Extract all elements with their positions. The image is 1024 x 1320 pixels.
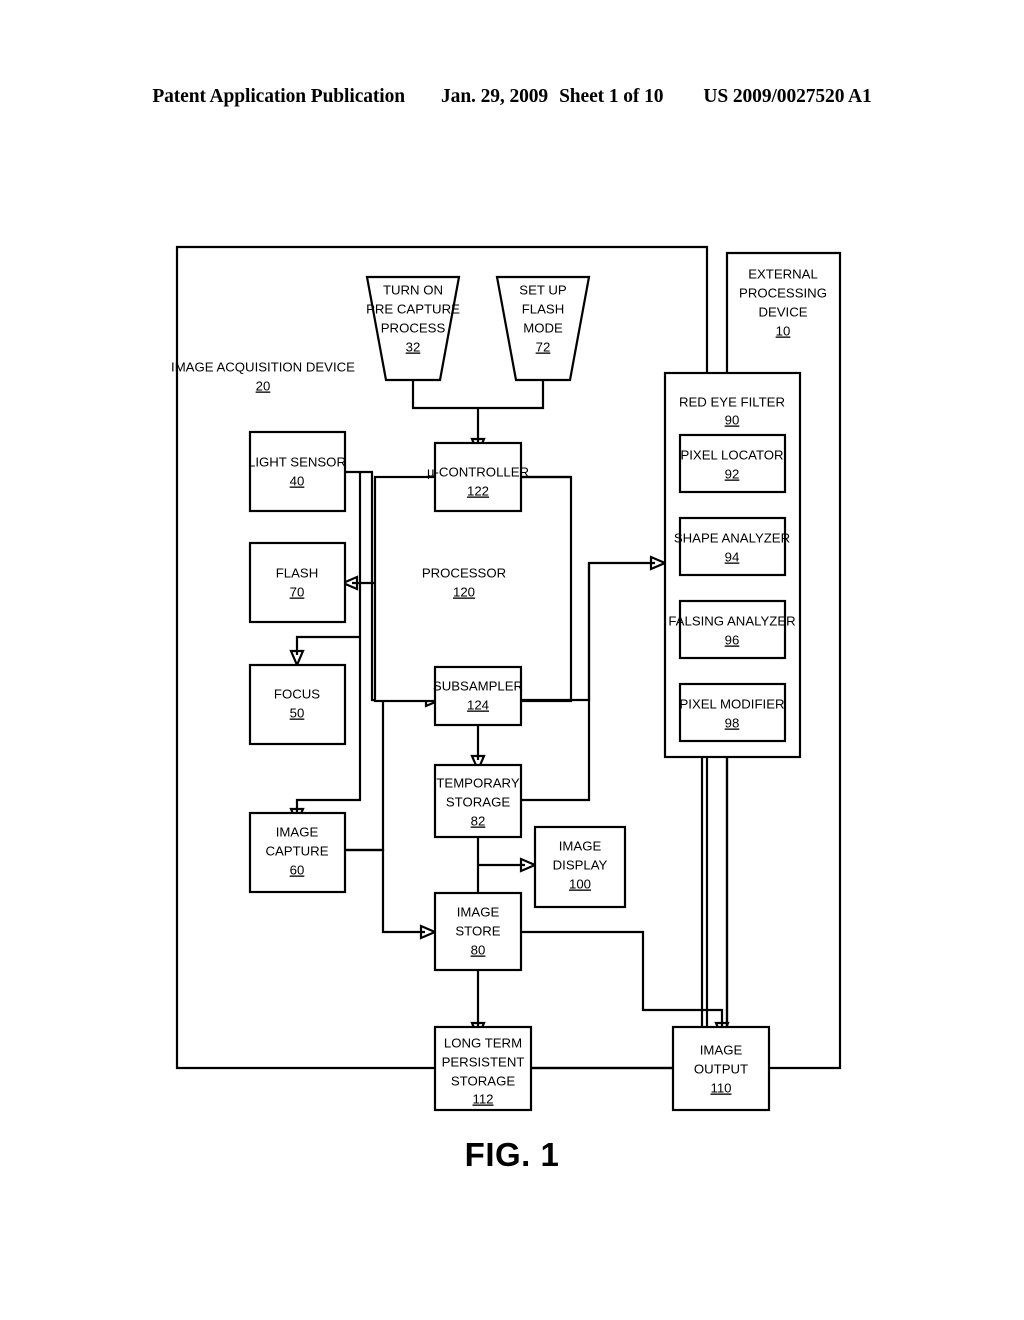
- image-store-label-2: STORE: [455, 923, 500, 938]
- subsampler-number: 124: [467, 697, 489, 712]
- set-up-flash-mode-label-3: MODE: [523, 320, 563, 335]
- long-term-storage-label-1: LONG TERM: [444, 1035, 522, 1050]
- processor-number: 120: [453, 584, 475, 599]
- image-display-label-1: IMAGE: [559, 838, 602, 853]
- micro-controller-number: 122: [467, 483, 489, 498]
- connector-to-image-capture: [295, 472, 362, 813]
- image-display-number: 100: [569, 876, 591, 891]
- connector-flashmode-to-controller: [478, 380, 545, 410]
- external-processing-device-label-1: EXTERNAL: [748, 266, 818, 281]
- figure-1-block-diagram: IMAGE ACQUISITION DEVICE 20 EXTERNAL PRO…: [171, 245, 842, 1112]
- image-acquisition-device-label: IMAGE ACQUISITION DEVICE: [171, 359, 355, 374]
- red-eye-filter-number: 90: [725, 412, 740, 427]
- external-processing-device-label-2: PROCESSING: [739, 285, 827, 300]
- shape-analyzer-number: 94: [725, 549, 740, 564]
- subsampler-label: SUBSAMPLER: [433, 678, 523, 693]
- focus-label: FOCUS: [274, 686, 320, 701]
- falsing-analyzer-label: FALSING ANALYZER: [668, 613, 795, 628]
- pixel-modifier-number: 98: [725, 715, 740, 730]
- long-term-storage-number: 112: [472, 1091, 493, 1106]
- falsing-analyzer-number: 96: [725, 632, 740, 647]
- connector-to-focus: [295, 635, 360, 655]
- image-capture-label-2: CAPTURE: [265, 843, 328, 858]
- temporary-storage-number: 82: [471, 813, 486, 828]
- image-output-label-1: IMAGE: [700, 1042, 743, 1057]
- pixel-locator-number: 92: [725, 466, 740, 481]
- pixel-modifier-label: PIXEL MODIFIER: [679, 696, 784, 711]
- image-output-label-2: OUTPUT: [694, 1061, 748, 1076]
- subsampler-block: [433, 665, 523, 727]
- turn-on-pre-capture-label-3: PROCESS: [381, 320, 446, 335]
- flash-number: 70: [290, 584, 305, 599]
- image-store-number: 80: [471, 942, 486, 957]
- flash-label: FLASH: [276, 565, 319, 580]
- flash-block: [248, 541, 347, 624]
- turn-on-pre-capture-label-2: PRE CAPTURE: [366, 301, 460, 316]
- micro-controller-label: µ-CONTROLLER: [427, 464, 529, 479]
- set-up-flash-mode-label-1: SET UP: [519, 282, 567, 297]
- turn-on-pre-capture-label-1: TURN ON: [383, 282, 443, 297]
- long-term-storage-label-3: STORAGE: [451, 1073, 515, 1088]
- patent-figure-page: Patent Application Publication Jan. 29, …: [0, 0, 1024, 1320]
- figure-caption: FIG. 1: [464, 1136, 560, 1173]
- image-capture-label-1: IMAGE: [276, 824, 319, 839]
- turn-on-pre-capture-number: 32: [406, 339, 421, 354]
- image-capture-number: 60: [290, 862, 305, 877]
- light-sensor-block: [248, 430, 347, 513]
- pixel-modifier-block: [678, 682, 787, 743]
- connector-imagecapture-to-subsampler: [345, 700, 385, 852]
- image-output-number: 110: [710, 1080, 731, 1095]
- set-up-flash-mode-number: 72: [536, 339, 551, 354]
- light-sensor-label: LIGHT SENSOR: [248, 454, 346, 469]
- shape-analyzer-block: [678, 516, 787, 577]
- pixel-locator-block: [678, 433, 787, 494]
- shape-analyzer-label: SHAPE ANALYZER: [674, 530, 790, 545]
- image-acquisition-device-number: 20: [256, 378, 271, 393]
- falsing-analyzer-block: [678, 599, 787, 660]
- connector-imagestore-to-output: [521, 930, 724, 1027]
- temporary-storage-label-2: STORAGE: [446, 794, 510, 809]
- long-term-storage-label-2: PERSISTENT: [442, 1054, 525, 1069]
- image-display-label-2: DISPLAY: [553, 857, 608, 872]
- connector-imagecapture-to-imagestore: [345, 848, 425, 934]
- light-sensor-number: 40: [290, 473, 305, 488]
- pixel-locator-label: PIXEL LOCATOR: [680, 447, 783, 462]
- red-eye-filter-label: RED EYE FILTER: [679, 394, 785, 409]
- temporary-storage-label-1: TEMPORARY: [436, 775, 519, 790]
- image-store-label-1: IMAGE: [457, 904, 500, 919]
- processor-label: PROCESSOR: [422, 565, 506, 580]
- external-processing-device-number: 10: [776, 323, 791, 338]
- external-processing-device-label-3: DEVICE: [758, 304, 807, 319]
- focus-number: 50: [290, 705, 305, 720]
- connector-precapture-to-controller: [411, 380, 478, 410]
- set-up-flash-mode-label-2: FLASH: [522, 301, 565, 316]
